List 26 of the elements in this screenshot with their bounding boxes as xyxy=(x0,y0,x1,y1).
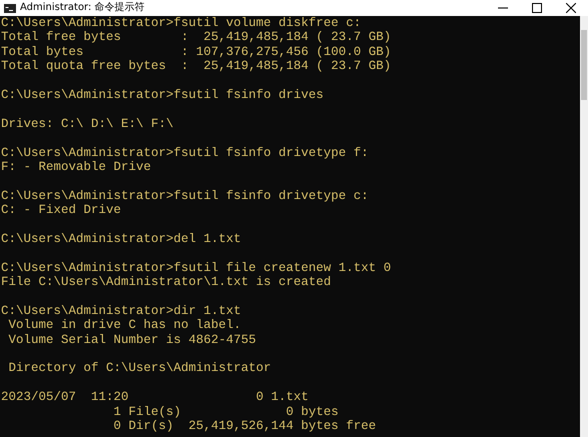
console-line: 0 Dir(s) 25,419,526,144 bytes free xyxy=(112,418,378,434)
maximize-icon xyxy=(532,3,542,13)
console-line: Volume Serial Number is 4862-4755 xyxy=(8,332,258,347)
console-line: C:\Users\Administrator>fsutil fsinfo drives xyxy=(1,88,325,102)
console-icon xyxy=(4,4,16,12)
console-line: C:\Users\Administrator>fsutil file createnew 1.txt 0 xyxy=(1,260,392,276)
console-line: C:\Users\Administrator>del 1.txt xyxy=(1,232,242,246)
close-icon xyxy=(566,3,576,13)
console-line: C:\Users\Administrator>fsutil fsinfo drivetype c: xyxy=(1,188,370,204)
console-line: 2023/05/07 11:20 0 1.txt xyxy=(1,390,310,405)
window-title: Administrator: 命令提示符 xyxy=(20,1,145,15)
console-line: C:\Users\Administrator>fsutil volume diskfree c: xyxy=(1,16,362,30)
console-line: C: - Fixed Drive xyxy=(1,203,122,218)
console-line: Directory of C:\Users\Administrator xyxy=(8,361,272,376)
console-line: Total bytes : 107,376,275,456 (100.0 GB) xyxy=(1,44,392,60)
console-line: Drives: C:\ D:\ E:\ F:\ xyxy=(1,116,175,132)
console-line: Total quota free bytes : 25,419,485,184 ( 23.7 GB) xyxy=(1,59,392,74)
console-line: C:\Users\Administrator>dir 1.txt xyxy=(1,304,242,318)
console-line: Total free bytes : 25,419,485,184 ( 23.7 GB) xyxy=(1,30,392,45)
scrollbar-thumb[interactable] xyxy=(581,30,587,100)
console-line: C:\Users\Administrator>fsutil fsinfo drivetype f: xyxy=(1,146,370,160)
scrollbar[interactable] xyxy=(580,16,588,437)
console-line: F: - Removable Drive xyxy=(1,160,152,174)
console-line: 1 File(s) 0 bytes xyxy=(112,404,340,419)
console-line: File C:\Users\Administrator\1.txt is created xyxy=(1,275,332,290)
console-line: Volume in drive C has no label. xyxy=(8,318,242,333)
